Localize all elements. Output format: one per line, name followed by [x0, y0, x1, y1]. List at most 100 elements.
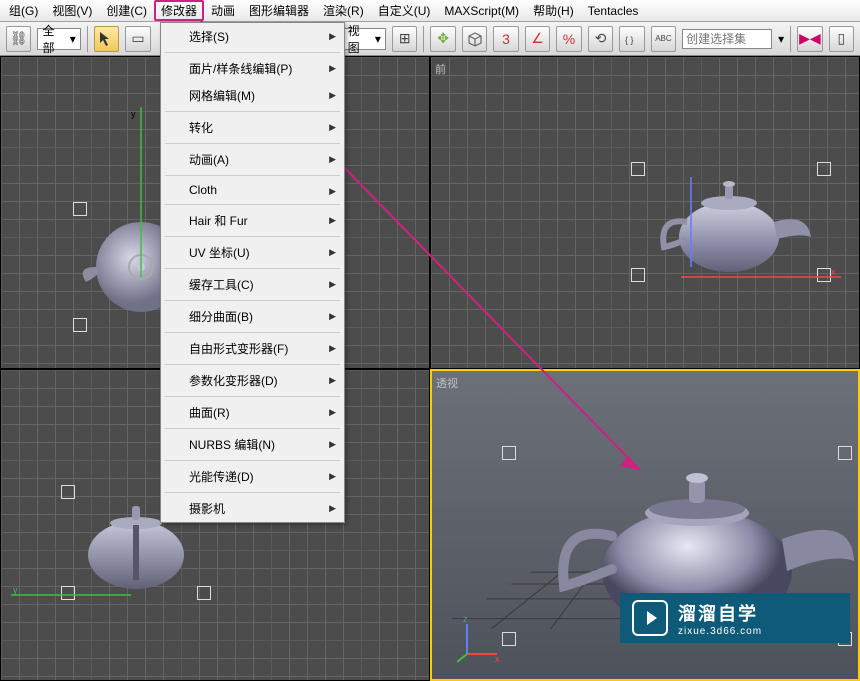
viewport-label: 透视 — [436, 375, 458, 391]
menu-item-cloth[interactable]: Cloth▶ — [161, 178, 344, 202]
submenu-arrow-icon: ▶ — [329, 154, 336, 165]
menu-item-patch-spline[interactable]: 面片/样条线编辑(P)▶ — [161, 55, 344, 82]
pivot-icon[interactable]: ⊞ — [392, 26, 417, 52]
menu-create[interactable]: 创建(C) — [99, 0, 154, 21]
main-toolbar: ⛓ 全部 ▾ ▭ 视图 ▾ ⊞ ✥ 3 ∠ % ⟲ { } ABC ▾ ▶◀ ▯ — [0, 22, 860, 56]
angle-snap-button[interactable]: ∠ — [525, 26, 550, 52]
svg-text:y: y — [13, 585, 18, 595]
menu-item-mesh-edit[interactable]: 网格编辑(M)▶ — [161, 82, 344, 109]
menu-item-radiosity[interactable]: 光能传递(D)▶ — [161, 463, 344, 490]
menu-item-param-deform[interactable]: 参数化变形器(D)▶ — [161, 367, 344, 394]
select-cursor-button[interactable] — [94, 26, 119, 52]
play-icon — [632, 600, 668, 636]
modifiers-dropdown: 选择(S)▶ 面片/样条线编辑(P)▶ 网格编辑(M)▶ 转化▶ 动画(A)▶ … — [160, 22, 345, 523]
select-region-button[interactable]: ▭ — [125, 26, 150, 52]
menu-separator — [165, 236, 340, 237]
watermark-badge: 溜溜自学 zixue.3d66.com — [620, 593, 850, 643]
select-move-button[interactable]: ✥ — [430, 26, 455, 52]
submenu-arrow-icon: ▶ — [329, 503, 336, 514]
link-icon[interactable]: ⛓ — [6, 26, 31, 52]
submenu-arrow-icon: ▶ — [329, 215, 336, 226]
axis-gizmo: y — [131, 107, 161, 287]
submenu-arrow-icon: ▶ — [329, 407, 336, 418]
menu-item-animation[interactable]: 动画(A)▶ — [161, 146, 344, 173]
menu-item-uv[interactable]: UV 坐标(U)▶ — [161, 239, 344, 266]
svg-text:{ }: { } — [625, 35, 634, 45]
menu-separator — [165, 175, 340, 176]
menu-separator — [165, 492, 340, 493]
submenu-arrow-icon: ▶ — [329, 247, 336, 258]
submenu-arrow-icon: ▶ — [329, 471, 336, 482]
menu-item-conversion[interactable]: 转化▶ — [161, 114, 344, 141]
menu-separator — [165, 460, 340, 461]
menu-item-cache-tools[interactable]: 缓存工具(C)▶ — [161, 271, 344, 298]
menu-separator — [165, 300, 340, 301]
abc-icon[interactable]: ABC — [651, 26, 676, 52]
menu-animation[interactable]: 动画 — [204, 0, 242, 21]
submenu-arrow-icon: ▶ — [329, 186, 336, 197]
menu-item-surface[interactable]: 曲面(R)▶ — [161, 399, 344, 426]
submenu-arrow-icon: ▶ — [329, 63, 336, 74]
svg-text:x: x — [495, 654, 500, 664]
menu-separator — [165, 268, 340, 269]
svg-text:x: x — [831, 267, 836, 277]
snap-toggle-button[interactable]: 3 — [493, 26, 518, 52]
menu-render[interactable]: 渲染(R) — [316, 0, 371, 21]
watermark-title: 溜溜自学 — [678, 600, 762, 626]
dropdown-icon: ▾ — [778, 32, 784, 46]
dropdown-icon: ▾ — [70, 32, 76, 46]
viewport-label: 前 — [435, 61, 446, 77]
menu-separator — [165, 111, 340, 112]
svg-text:y: y — [131, 109, 136, 119]
svg-text:z: z — [463, 614, 468, 624]
axis-gizmo: y — [11, 585, 141, 605]
axis-gizmo: x — [681, 267, 851, 287]
named-selection-input[interactable] — [682, 29, 772, 49]
menu-separator — [165, 428, 340, 429]
edit-named-selection-button[interactable]: { } — [619, 26, 644, 52]
submenu-arrow-icon: ▶ — [329, 439, 336, 450]
menu-modifiers[interactable]: 修改器 — [154, 0, 204, 21]
toolbar-separator — [423, 26, 424, 52]
menu-separator — [165, 204, 340, 205]
menu-view[interactable]: 视图(V) — [45, 0, 99, 21]
align-button[interactable]: ▯ — [829, 26, 854, 52]
menu-item-selection[interactable]: 选择(S)▶ — [161, 23, 344, 50]
watermark-url: zixue.3d66.com — [678, 626, 762, 637]
submenu-arrow-icon: ▶ — [329, 122, 336, 133]
menubar: 组(G) 视图(V) 创建(C) 修改器 动画 图形编辑器 渲染(R) 自定义(… — [0, 0, 860, 22]
spinner-snap-button[interactable]: ⟲ — [588, 26, 613, 52]
reference-coord-label: 视图 — [348, 22, 371, 56]
menu-separator — [165, 332, 340, 333]
submenu-arrow-icon: ▶ — [329, 31, 336, 42]
axis-gizmo — [681, 177, 711, 277]
menu-item-subdiv[interactable]: 细分曲面(B)▶ — [161, 303, 344, 330]
submenu-arrow-icon: ▶ — [329, 375, 336, 386]
viewport-front[interactable]: 前 x — [430, 56, 860, 369]
viewport-grid: y 前 x — [0, 56, 860, 681]
menu-item-hair-fur[interactable]: Hair 和 Fur▶ — [161, 207, 344, 234]
menu-graph-editors[interactable]: 图形编辑器 — [242, 0, 316, 21]
menu-help[interactable]: 帮助(H) — [526, 0, 581, 21]
percent-snap-button[interactable]: % — [556, 26, 581, 52]
box-icon[interactable] — [462, 26, 487, 52]
submenu-arrow-icon: ▶ — [329, 311, 336, 322]
menu-item-cameras[interactable]: 摄影机▶ — [161, 495, 344, 522]
selection-filter-combo[interactable]: 全部 ▾ — [37, 28, 80, 50]
menu-tentacles[interactable]: Tentacles — [581, 2, 646, 20]
menu-item-ffd[interactable]: 自由形式变形器(F)▶ — [161, 335, 344, 362]
menu-separator — [165, 396, 340, 397]
menu-maxscript[interactable]: MAXScript(M) — [437, 2, 526, 20]
submenu-arrow-icon: ▶ — [329, 279, 336, 290]
menu-customize[interactable]: 自定义(U) — [371, 0, 438, 21]
menu-group[interactable]: 组(G) — [2, 0, 45, 21]
selection-brackets — [631, 162, 831, 282]
menu-item-nurbs[interactable]: NURBS 编辑(N)▶ — [161, 431, 344, 458]
world-axis-icon: z x — [457, 614, 507, 664]
mirror-button[interactable]: ▶◀ — [797, 26, 822, 52]
submenu-arrow-icon: ▶ — [329, 90, 336, 101]
reference-coord-combo[interactable]: 视图 ▾ — [343, 28, 386, 50]
menu-separator — [165, 143, 340, 144]
toolbar-separator — [790, 26, 791, 52]
selection-filter-label: 全部 — [42, 22, 65, 56]
